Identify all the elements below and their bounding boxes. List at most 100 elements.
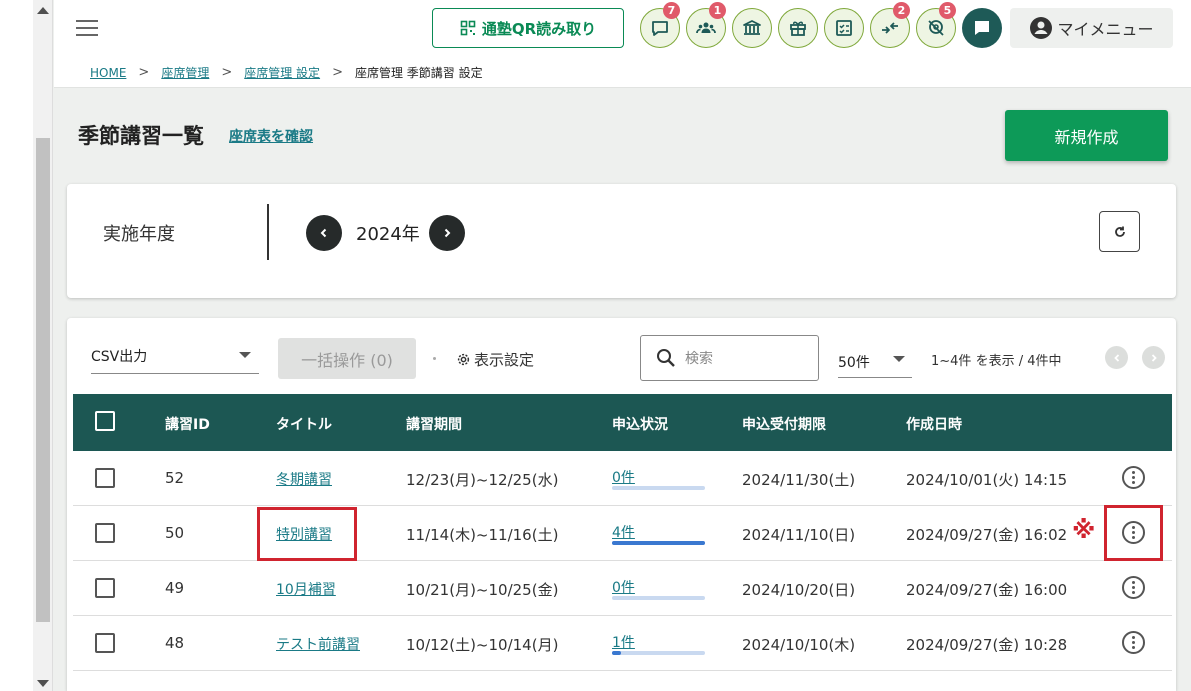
scroll-down-arrow-icon[interactable] [37, 680, 49, 687]
scroll-up-arrow-icon[interactable] [37, 7, 49, 14]
per-page-select[interactable]: 50件 [838, 346, 912, 378]
school-button[interactable] [732, 8, 772, 48]
breadcrumb-seat[interactable]: 座席管理 [161, 64, 209, 81]
course-period: 10/12(土)~10/14(月) [406, 636, 559, 654]
search-placeholder: 検索 [685, 351, 713, 367]
year-filter-card: 実施年度 2024年 [67, 184, 1176, 298]
annotation-mark: ※ [1072, 516, 1096, 544]
users-button[interactable]: 1 [686, 2, 726, 48]
checklist-button[interactable] [824, 8, 864, 48]
application-deadline: 2024/11/10(日) [742, 526, 856, 544]
more-options-icon[interactable] [1122, 466, 1145, 489]
messages-badge: 7 [663, 2, 680, 19]
seat-chart-link[interactable]: 座席表を確認 [229, 126, 313, 146]
application-count-link[interactable]: 0件 [612, 577, 635, 597]
select-all-checkbox[interactable] [95, 411, 115, 431]
course-id: 49 [165, 579, 185, 597]
my-menu-button[interactable]: マイメニュー [1010, 8, 1173, 48]
application-count-link[interactable]: 4件 [612, 522, 635, 542]
csv-export-select[interactable]: CSV出力 [91, 340, 259, 374]
breadcrumb: HOME > 座席管理 > 座席管理 設定 > 座席管理 季節講習 設定 [54, 58, 1191, 88]
arrows-icon [882, 22, 898, 34]
header-title: タイトル [276, 417, 332, 433]
divider [267, 204, 269, 260]
page-title: 季節講習一覧 [78, 124, 204, 148]
created-at: 2024/09/27(金) 16:02 [906, 526, 1068, 544]
chevron-left-icon [320, 228, 327, 238]
prev-year-button[interactable] [306, 215, 342, 251]
course-id: 52 [165, 469, 185, 487]
scrollbar-thumb[interactable] [36, 138, 50, 622]
table-row: 50 特別講習 11/14(木)~11/16(土) 4件 2024/11/10(… [73, 506, 1172, 561]
chat-icon [975, 21, 989, 35]
course-id: 50 [165, 524, 185, 542]
qr-code-icon [460, 20, 476, 36]
breadcrumb-seat-settings[interactable]: 座席管理 設定 [244, 64, 320, 81]
next-page-button[interactable] [1142, 346, 1165, 369]
next-year-button[interactable] [429, 215, 465, 251]
course-period: 12/23(月)~12/25(水) [406, 471, 559, 489]
refresh-button[interactable] [1099, 211, 1140, 252]
application-count-link[interactable]: 0件 [612, 467, 635, 487]
messages-button[interactable]: 7 [640, 2, 680, 48]
course-title-link[interactable]: 冬期講習 [276, 469, 332, 489]
more-options-icon[interactable] [1122, 631, 1145, 654]
header-period: 講習期間 [406, 417, 462, 433]
dropdown-caret-icon [239, 352, 251, 358]
arrows-badge: 2 [893, 2, 910, 19]
application-count-link[interactable]: 1件 [612, 632, 635, 652]
left-pane [0, 0, 33, 691]
display-settings-label: 表示設定 [474, 351, 535, 369]
vertical-scrollbar[interactable] [33, 0, 53, 691]
breadcrumb-home[interactable]: HOME [90, 66, 126, 80]
more-options-icon[interactable] [1122, 576, 1145, 599]
new-create-button[interactable]: 新規作成 [1005, 110, 1168, 161]
highlight-menu-box [1104, 505, 1163, 561]
breadcrumb-separator: > [332, 65, 343, 80]
location-off-badge: 5 [939, 2, 956, 19]
breadcrumb-separator: > [138, 65, 150, 80]
course-title-link[interactable]: テスト前講習 [276, 634, 360, 654]
refresh-icon [1114, 226, 1125, 237]
application-progress-bar [612, 651, 705, 655]
per-page-value: 50件 [838, 355, 870, 371]
table-row: 49 10月補習 10/21(月)~10/25(金) 0件 2024/10/20… [73, 561, 1172, 616]
separator-dot [433, 357, 436, 360]
created-at: 2024/09/27(金) 16:00 [906, 581, 1068, 599]
row-checkbox[interactable] [95, 468, 115, 488]
location-off-icon [928, 20, 944, 36]
qr-scan-label: 通塾QR読み取り [481, 19, 597, 38]
bulk-action-button[interactable]: 一括操作 (0) [278, 338, 416, 379]
application-deadline: 2024/10/10(木) [742, 636, 856, 654]
created-at: 2024/09/27(金) 10:28 [906, 636, 1068, 654]
result-range: 1~4件 を表示 / 4件中 [931, 354, 1062, 369]
course-title-link[interactable]: 10月補習 [276, 579, 336, 599]
row-checkbox[interactable] [95, 633, 115, 653]
users-icon [696, 22, 716, 34]
row-checkbox[interactable] [95, 578, 115, 598]
application-deadline: 2024/11/30(土) [742, 471, 856, 489]
gear-icon [457, 353, 470, 366]
display-settings-button[interactable]: 表示設定 [456, 349, 534, 370]
created-at: 2024/10/01(火) 14:15 [906, 471, 1068, 489]
gift-button[interactable] [778, 8, 818, 48]
header-deadline: 申込受付期限 [742, 417, 826, 433]
search-input[interactable]: 検索 [640, 335, 819, 381]
application-progress-bar [612, 541, 705, 545]
header-course-id: 講習ID [165, 417, 210, 433]
row-checkbox[interactable] [95, 523, 115, 543]
app-header: 通塾QR読み取り 7 1 2 5 マイメニュー [54, 0, 1191, 58]
chat-button[interactable] [962, 8, 1002, 48]
arrows-button[interactable]: 2 [870, 2, 910, 48]
hamburger-menu-icon[interactable] [76, 20, 98, 36]
location-off-button[interactable]: 5 [916, 2, 956, 48]
header-application-status: 申込状況 [612, 417, 668, 433]
qr-scan-button[interactable]: 通塾QR読み取り [432, 8, 624, 48]
prev-page-button[interactable] [1105, 346, 1128, 369]
gift-icon [790, 21, 806, 36]
school-icon [743, 20, 761, 35]
dropdown-caret-icon [893, 356, 905, 362]
chevron-left-icon [1113, 353, 1119, 362]
my-menu-label: マイメニュー [1057, 20, 1154, 39]
course-period: 11/14(木)~11/16(土) [406, 526, 559, 544]
